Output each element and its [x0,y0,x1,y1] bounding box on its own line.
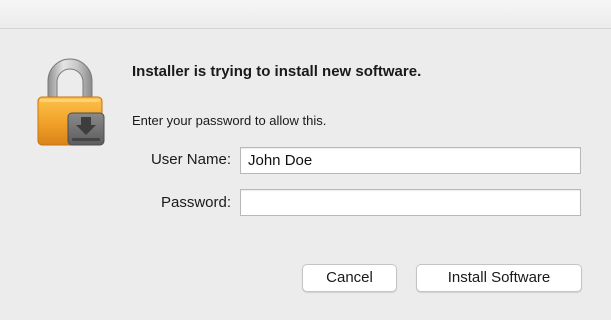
username-field[interactable] [240,147,581,174]
dialog-message: Enter your password to allow this. [132,113,327,128]
window-titlebar [0,0,611,29]
install-software-button[interactable]: Install Software [416,264,582,292]
authentication-dialog: Installer is trying to install new softw… [0,29,611,320]
password-label: Password: [160,194,231,211]
cancel-button[interactable]: Cancel [302,264,397,292]
username-label: User Name: [150,151,231,168]
password-field[interactable] [240,189,581,216]
lock-installer-icon [34,55,106,147]
dialog-heading: Installer is trying to install new softw… [132,63,422,80]
